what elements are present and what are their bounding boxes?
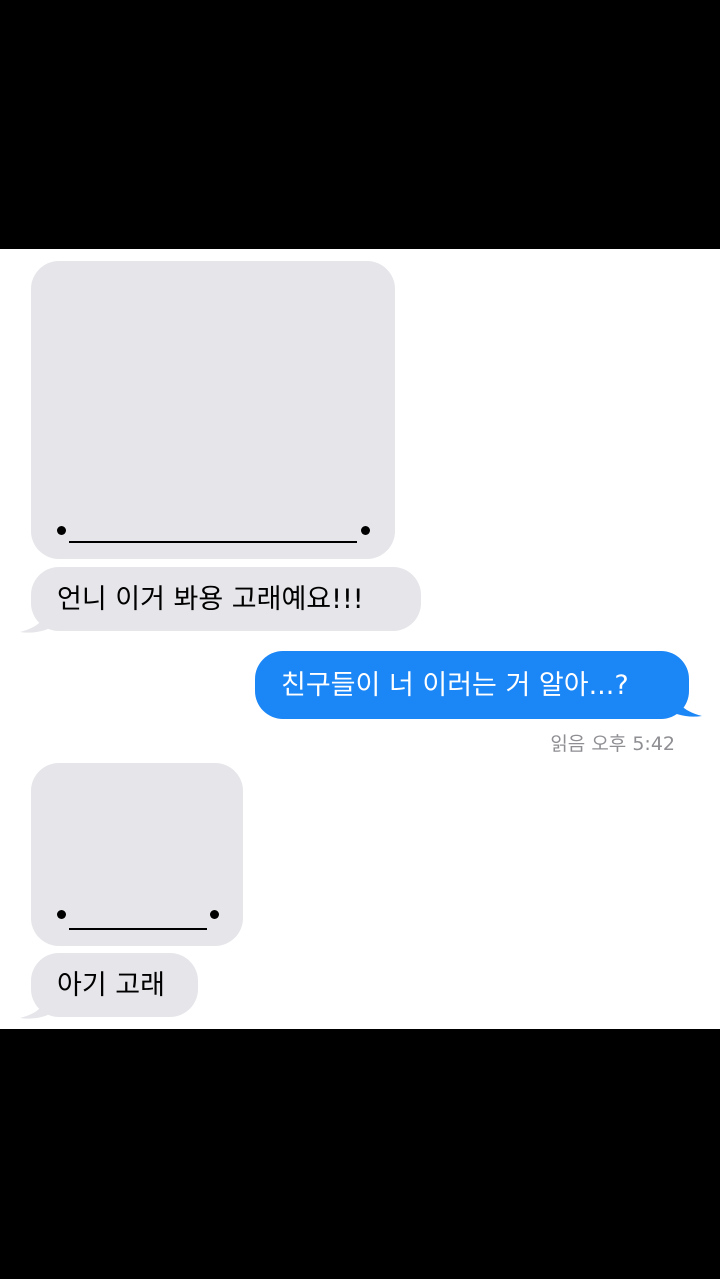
whale-eye-left <box>57 526 66 535</box>
whale-mouth-line <box>69 541 357 543</box>
message-text: 아기 고래 <box>57 969 165 1001</box>
message-text: 친구들이 너 이러는 거 알아...? <box>281 669 629 701</box>
whale-eye-right <box>210 910 219 919</box>
read-receipt: 읽음 오후 5:42 <box>550 733 675 755</box>
incoming-bubble-tail <box>20 987 58 1019</box>
incoming-message-bubble[interactable]: 언니 이거 봐용 고래예요!!! <box>31 567 421 631</box>
letterbox-top <box>0 0 720 249</box>
whale-mouth-line <box>69 928 207 930</box>
whale-eye-right <box>361 526 370 535</box>
message-text: 언니 이거 봐용 고래예요!!! <box>57 583 364 615</box>
incoming-bubble-tail <box>20 601 58 633</box>
message-thread: 언니 이거 봐용 고래예요!!! 친구들이 너 이러는 거 알아...? 읽음 … <box>0 249 720 1029</box>
outgoing-bubble-tail <box>664 685 702 717</box>
letterbox-bottom <box>0 1029 720 1279</box>
whale-drawing-bubble-small[interactable] <box>31 763 243 946</box>
whale-eye-left <box>57 910 66 919</box>
outgoing-message-bubble[interactable]: 친구들이 너 이러는 거 알아...? <box>255 651 689 719</box>
whale-drawing-bubble-large[interactable] <box>31 261 395 559</box>
